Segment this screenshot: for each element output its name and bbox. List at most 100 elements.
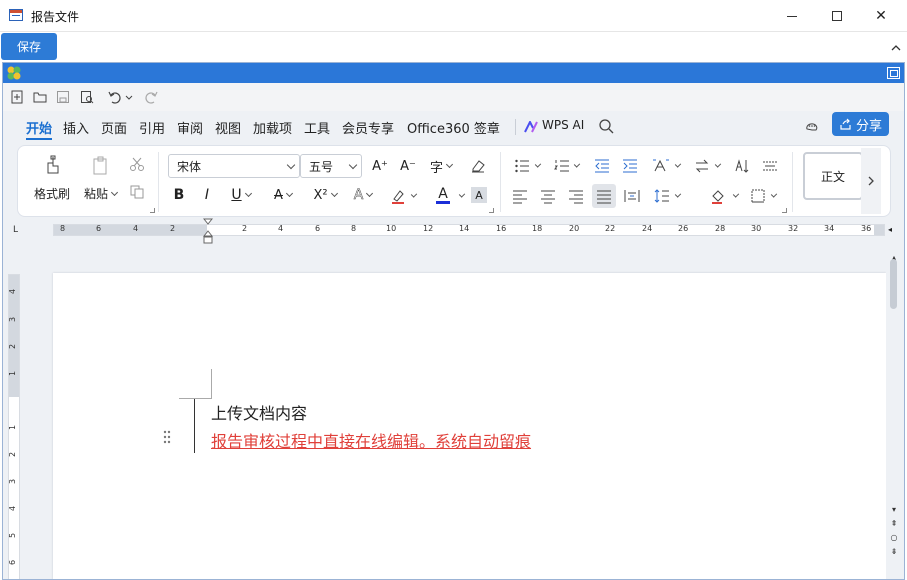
- tab-tools[interactable]: 工具: [304, 118, 330, 137]
- highlight-dropdown-icon[interactable]: [408, 187, 418, 205]
- comment-cloud-icon[interactable]: [804, 118, 820, 134]
- align-left-icon[interactable]: [512, 188, 528, 204]
- page-corner-mark: [179, 398, 211, 399]
- tab-view[interactable]: 视图: [215, 118, 241, 137]
- shading-dropdown-icon[interactable]: [730, 188, 740, 204]
- ruler-tick-label: 16: [496, 224, 507, 233]
- tab-addins[interactable]: 加载项: [253, 118, 292, 137]
- numbered-dropdown-icon[interactable]: [571, 158, 581, 174]
- paste-label[interactable]: 粘贴: [84, 185, 119, 202]
- tab-page[interactable]: 页面: [101, 118, 127, 137]
- search-icon[interactable]: [598, 118, 614, 134]
- previous-page-icon[interactable]: ⇞: [889, 519, 899, 529]
- text-effect-button[interactable]: A: [348, 185, 378, 205]
- indent-marker-icon[interactable]: [203, 218, 213, 244]
- scroll-down-icon[interactable]: ▾: [889, 505, 899, 515]
- distributed-align-icon[interactable]: [624, 188, 640, 204]
- borders-icon[interactable]: [750, 188, 766, 204]
- line-spacing-dropdown-icon[interactable]: [672, 188, 682, 204]
- show-marks-icon[interactable]: [762, 158, 778, 174]
- ruler-toggle-icon[interactable]: ◂: [888, 225, 898, 235]
- format-painter-label[interactable]: 格式刷: [34, 185, 70, 202]
- quick-access-toolbar: [3, 83, 904, 111]
- tab-review[interactable]: 审阅: [177, 118, 203, 137]
- tab-insert[interactable]: 插入: [63, 118, 89, 137]
- bold-button[interactable]: B: [170, 185, 188, 205]
- horizontal-ruler[interactable]: 8 6 4 2 2 4 6 8 10 12 14 16 18 20 22 24 …: [53, 224, 885, 236]
- tab-home[interactable]: 开始: [26, 118, 52, 137]
- shrink-font-button[interactable]: A⁻: [398, 157, 418, 175]
- browse-object-icon[interactable]: ○: [889, 533, 899, 543]
- grow-font-button[interactable]: A⁺: [370, 157, 390, 175]
- font-color-button[interactable]: A: [428, 185, 458, 205]
- font-launcher-icon[interactable]: [489, 208, 494, 213]
- sort-direction-dropdown-icon[interactable]: [712, 158, 722, 174]
- italic-button[interactable]: I: [198, 185, 216, 205]
- open-folder-icon[interactable]: [32, 89, 48, 105]
- drag-handle-icon[interactable]: [162, 430, 172, 444]
- undo-icon[interactable]: [107, 89, 123, 105]
- tab-wps-ai[interactable]: WPS AI: [542, 118, 584, 132]
- align-right-icon[interactable]: [568, 188, 584, 204]
- clipboard-launcher-icon[interactable]: [150, 208, 155, 213]
- strikethrough-button[interactable]: A: [268, 185, 298, 205]
- copy-icon[interactable]: [129, 184, 145, 200]
- highlight-icon[interactable]: [390, 187, 408, 205]
- document-paragraph[interactable]: 上传文档内容: [211, 400, 307, 424]
- page-corner-mark: [211, 369, 212, 399]
- maximize-button[interactable]: [814, 0, 860, 32]
- decrease-indent-icon[interactable]: [594, 158, 610, 174]
- underline-button[interactable]: U: [226, 185, 256, 205]
- tab-references[interactable]: 引用: [139, 118, 165, 137]
- vertical-ruler[interactable]: 4 3 2 1 1 2 3 4 5 6: [8, 274, 20, 579]
- cut-icon[interactable]: [129, 156, 145, 172]
- new-document-icon[interactable]: [9, 89, 25, 105]
- restore-window-icon[interactable]: [887, 67, 900, 79]
- paste-icon[interactable]: [90, 154, 112, 176]
- save-disk-icon[interactable]: [55, 89, 71, 105]
- tab-office360-sign[interactable]: Office360 签章: [407, 118, 500, 137]
- sort-icon[interactable]: [734, 158, 750, 174]
- shading-fill-icon[interactable]: [710, 188, 728, 204]
- share-button[interactable]: 分享: [832, 112, 889, 136]
- text-direction-dropdown-icon[interactable]: [672, 158, 682, 174]
- ruler-tick-label: 34: [824, 224, 835, 233]
- bullet-dropdown-icon[interactable]: [532, 158, 542, 174]
- tracked-insertion-paragraph[interactable]: 报告审核过程中直接在线编辑。系统自动留痕: [211, 428, 531, 452]
- bullet-list-icon[interactable]: [514, 158, 530, 174]
- font-color-dropdown-icon[interactable]: [456, 187, 466, 205]
- line-spacing-icon[interactable]: [654, 188, 670, 204]
- tab-stop-selector[interactable]: L: [13, 225, 18, 235]
- sort-direction-icon[interactable]: [694, 158, 710, 174]
- tab-member[interactable]: 会员专享: [342, 118, 394, 137]
- redo-icon[interactable]: [143, 89, 159, 105]
- character-shading-button[interactable]: A: [471, 187, 487, 203]
- paragraph-launcher-icon[interactable]: [782, 208, 787, 213]
- format-painter-icon[interactable]: [42, 154, 64, 176]
- phonetic-guide-button[interactable]: 字: [426, 157, 456, 176]
- style-normal[interactable]: 正文: [803, 152, 863, 200]
- ruler-tick-label: 26: [678, 224, 689, 233]
- save-button[interactable]: 保存: [1, 33, 57, 60]
- style-gallery-next[interactable]: [861, 148, 881, 214]
- document-page[interactable]: [53, 273, 886, 579]
- borders-dropdown-icon[interactable]: [768, 188, 778, 204]
- scroll-thumb[interactable]: [890, 259, 897, 309]
- increase-indent-icon[interactable]: [622, 158, 638, 174]
- vertical-scrollbar[interactable]: ▴ ▾ ⇞ ○ ⇟: [886, 253, 902, 579]
- minimize-button[interactable]: [769, 0, 815, 32]
- close-button[interactable]: ✕: [858, 0, 904, 32]
- undo-dropdown-icon[interactable]: [125, 89, 133, 105]
- align-center-icon[interactable]: [540, 188, 556, 204]
- print-preview-icon[interactable]: [79, 89, 95, 105]
- ribbon-separator: [792, 152, 793, 212]
- justify-button[interactable]: [592, 184, 616, 208]
- numbered-list-icon[interactable]: [554, 158, 570, 174]
- text-direction-icon[interactable]: [652, 158, 670, 174]
- next-page-icon[interactable]: ⇟: [889, 547, 899, 557]
- chevron-up-icon[interactable]: [891, 43, 901, 53]
- font-size-select[interactable]: 五号: [300, 154, 362, 178]
- font-name-select[interactable]: 宋体: [168, 154, 300, 178]
- superscript-button[interactable]: X²: [308, 185, 342, 205]
- clear-format-icon[interactable]: [470, 158, 486, 174]
